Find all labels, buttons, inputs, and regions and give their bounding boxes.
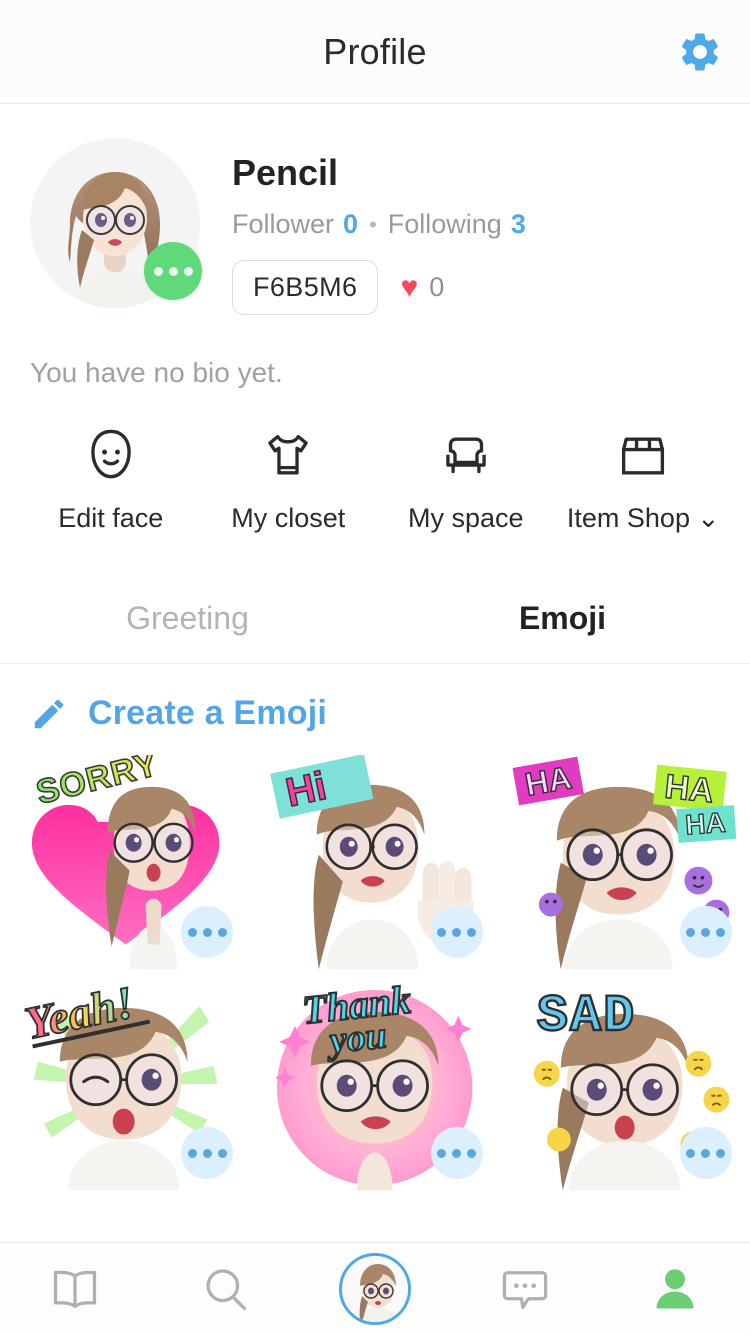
quick-menu-item-text: My closet — [231, 503, 346, 534]
emoji-tile[interactable]: SORRY — [4, 755, 248, 971]
emoji-tile[interactable]: HA HA HA — [502, 755, 746, 971]
nav-avatar-active[interactable] — [339, 1252, 411, 1325]
quick-menu-item-my-space[interactable]: My space — [377, 425, 555, 534]
like-count: 0 — [429, 272, 445, 303]
emoji-more-button[interactable] — [679, 906, 732, 959]
nav-item-profile[interactable] — [300, 1243, 450, 1334]
tab-greeting[interactable]: Greeting — [0, 586, 375, 663]
profile-id-row: F6B5M6 ♥ 0 — [232, 260, 526, 316]
bottom-navigation — [0, 1242, 750, 1334]
emoji-tile[interactable]: Thank you — [253, 976, 497, 1192]
armchair-icon — [435, 425, 497, 487]
more-options-icon — [187, 927, 197, 937]
more-options-icon — [716, 927, 726, 937]
nav-item-search[interactable] — [150, 1243, 300, 1334]
tshirt-icon — [257, 425, 319, 487]
follower-count[interactable]: 0 — [343, 209, 358, 240]
more-options-icon — [202, 927, 212, 937]
emoji-more-button[interactable] — [430, 906, 483, 959]
app-header: Profile — [0, 0, 750, 104]
emoji-caption: HA — [663, 768, 716, 811]
more-options-icon — [183, 266, 193, 276]
settings-button[interactable] — [672, 24, 728, 80]
more-options-icon — [467, 927, 477, 937]
content-tabs: Greeting Emoji — [0, 586, 750, 665]
nav-item-me[interactable] — [600, 1243, 750, 1334]
chat-icon — [502, 1270, 548, 1309]
emoji-more-button[interactable] — [430, 1127, 483, 1180]
more-options-icon — [467, 1148, 477, 1158]
profile-info: Pencil Follower 0 • Following 3 F6B5M6 ♥… — [200, 138, 526, 316]
emoji-caption: SAD — [537, 987, 636, 1046]
page-title: Profile — [323, 30, 427, 72]
more-options-icon — [452, 1148, 462, 1158]
pencil-icon — [34, 699, 64, 729]
quick-menu-item-text: Item Shop — [566, 503, 690, 534]
more-options-icon — [153, 266, 163, 276]
user-id-chip[interactable]: F6B5M6 — [232, 260, 379, 316]
avatar[interactable] — [30, 138, 202, 308]
emoji-grid: SORRY Hi HA HA HA Yeah! Thank you SAD — [0, 755, 750, 1192]
search-icon — [206, 1268, 247, 1310]
emoji-caption: HA — [684, 807, 726, 841]
profile-section: Pencil Follower 0 • Following 3 F6B5M6 ♥… — [0, 104, 750, 316]
quick-menu-item-my-closet[interactable]: My closet — [200, 425, 378, 534]
emoji-tile[interactable]: Yeah! — [4, 976, 248, 1192]
avatar-more-button[interactable] — [144, 242, 202, 300]
tab-emoji[interactable]: Emoji — [375, 586, 750, 663]
avatar-icon — [342, 1255, 408, 1322]
profile-stats: Follower 0 • Following 3 — [232, 209, 526, 240]
quick-menu-label: My closet — [231, 503, 345, 534]
more-options-icon — [452, 927, 462, 937]
like-group[interactable]: ♥ 0 — [400, 272, 444, 303]
gear-icon — [681, 33, 718, 70]
bio-text[interactable]: You have no bio yet. — [0, 315, 750, 389]
quick-menu: Edit face My closet My space Item Shop ⌄ — [0, 425, 750, 534]
follower-label[interactable]: Follower — [232, 209, 334, 240]
more-options-icon — [701, 927, 711, 937]
more-options-icon — [437, 1148, 447, 1158]
more-options-icon — [716, 1148, 726, 1158]
stats-separator: • — [369, 211, 377, 237]
quick-menu-item-text: My space — [407, 503, 524, 534]
emoji-tile[interactable]: Hi — [253, 755, 497, 971]
emoji-more-button[interactable] — [679, 1127, 732, 1180]
emoji-tile[interactable]: SAD — [502, 976, 746, 1192]
more-options-icon — [701, 1148, 711, 1158]
quick-menu-label: Item Shop ⌄ — [567, 503, 720, 534]
more-options-icon — [217, 1148, 227, 1158]
shop-icon — [612, 425, 674, 487]
more-options-icon — [187, 1148, 197, 1158]
chevron-down-icon: ⌄ — [696, 503, 720, 534]
more-options-icon — [686, 927, 696, 937]
person-icon — [656, 1268, 694, 1308]
following-count[interactable]: 3 — [511, 209, 526, 240]
nav-item-feed[interactable] — [0, 1243, 150, 1334]
profile-name: Pencil — [232, 152, 339, 193]
quick-menu-label: My space — [408, 503, 524, 534]
quick-menu-item-item-shop[interactable]: Item Shop ⌄ — [555, 425, 733, 534]
nav-item-chat[interactable] — [450, 1243, 600, 1334]
more-options-icon — [217, 927, 227, 937]
create-emoji-button[interactable]: Create a Emoji — [0, 664, 750, 755]
quick-menu-item-edit-face[interactable]: Edit face — [22, 425, 200, 534]
heart-icon: ♥ — [400, 270, 419, 304]
book-icon — [53, 1270, 97, 1308]
more-options-icon — [202, 1148, 212, 1158]
more-options-icon — [686, 1148, 696, 1158]
more-options-icon — [437, 927, 447, 937]
more-options-icon — [168, 266, 178, 276]
following-label[interactable]: Following — [388, 209, 502, 240]
face-icon — [80, 425, 142, 487]
emoji-caption: you — [324, 1015, 389, 1063]
quick-menu-label: Edit face — [58, 503, 163, 534]
create-emoji-label: Create a Emoji — [88, 694, 328, 733]
quick-menu-item-text: Edit face — [58, 503, 164, 534]
